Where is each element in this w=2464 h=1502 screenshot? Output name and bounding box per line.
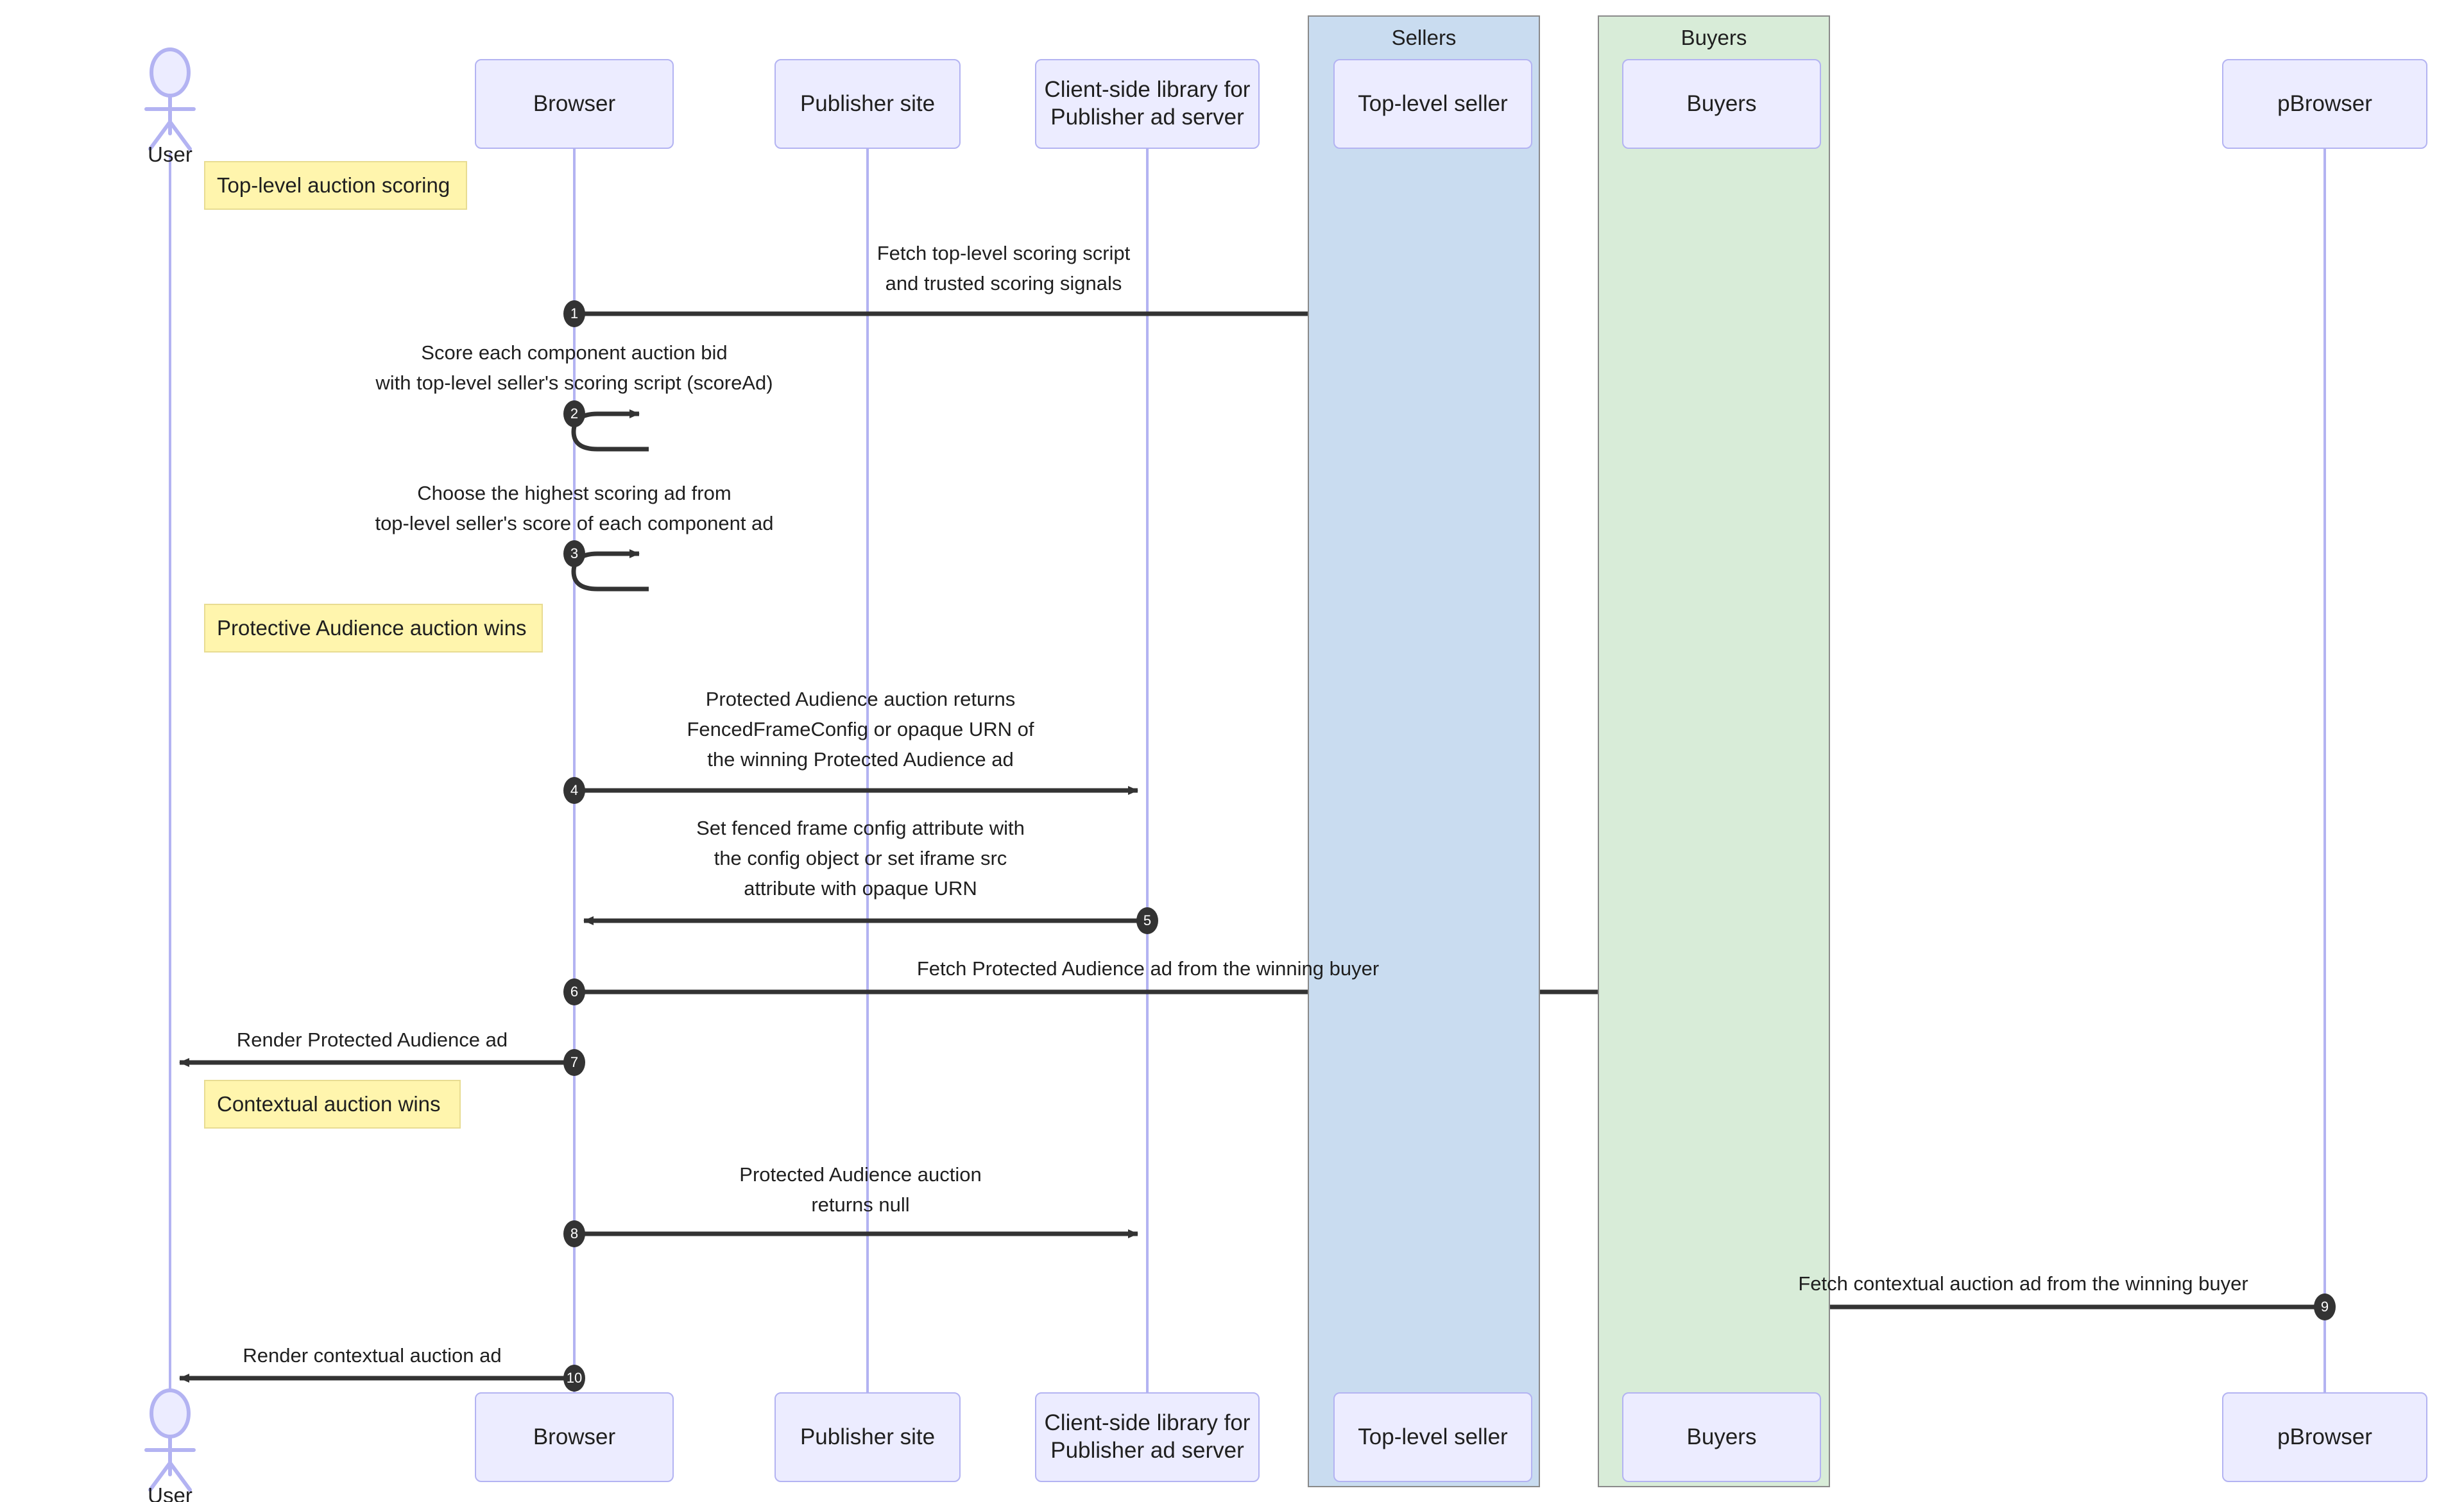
- message-label-8: Protected Audience auction returns null: [739, 1163, 982, 1216]
- participant-label: Top-level seller: [1358, 1424, 1508, 1449]
- note-contextual-auction-wins: Contextual auction wins: [204, 1080, 461, 1129]
- lifelines: [169, 149, 2326, 1394]
- participant-buyers-top[interactable]: Buyers: [1622, 59, 1821, 149]
- participant-buyers-bottom[interactable]: Buyers: [1622, 1392, 1821, 1482]
- participant-label: Client-side library for Publisher ad ser…: [1044, 1410, 1251, 1463]
- sequence-badge-9: 9: [2314, 1293, 2336, 1320]
- participant-browser-bottom[interactable]: Browser: [475, 1392, 674, 1482]
- message-label-5: Set fenced frame config attribute with t…: [696, 817, 1025, 900]
- group-box-buyers: Buyers: [1598, 15, 1830, 1487]
- participant-pbrowser-top[interactable]: pBrowser: [2222, 59, 2427, 149]
- participant-label: Top-level seller: [1358, 90, 1508, 116]
- participant-publisher-site-top[interactable]: Publisher site: [774, 59, 961, 149]
- participant-publisher-site-bottom[interactable]: Publisher site: [774, 1392, 961, 1482]
- message-label-3: Choose the highest scoring ad from top-l…: [375, 482, 774, 535]
- participant-top-level-seller-top[interactable]: Top-level seller: [1333, 59, 1532, 149]
- sequence-badge-4: 4: [563, 777, 585, 804]
- participant-browser-top[interactable]: Browser: [475, 59, 674, 149]
- participant-pbrowser-bottom[interactable]: pBrowser: [2222, 1392, 2427, 1482]
- participant-label: Buyers: [1686, 90, 1757, 116]
- sequence-diagram-canvas: Sellers Buyers User User Browser Publish…: [0, 0, 2464, 1502]
- sequence-badge-7: 7: [563, 1049, 585, 1076]
- sequence-badge-8: 8: [563, 1220, 585, 1247]
- sequence-badge-3: 3: [563, 540, 585, 567]
- actor-label-user-bottom: User: [148, 1483, 193, 1502]
- note-top-level-auction-scoring: Top-level auction scoring: [204, 161, 467, 210]
- sequence-badge-2: 2: [563, 400, 585, 427]
- participant-label: Browser: [533, 90, 616, 116]
- participant-label: Publisher site: [800, 90, 936, 116]
- sequence-badge-10: 10: [563, 1365, 585, 1392]
- sequence-badge-6: 6: [563, 978, 585, 1005]
- participant-label: Publisher site: [800, 1424, 936, 1449]
- note-protective-audience-auction-wins: Protective Audience auction wins: [204, 604, 543, 653]
- participant-label: pBrowser: [2277, 90, 2372, 116]
- message-label-1: Fetch top-level scoring script and trust…: [877, 242, 1131, 295]
- message-label-9: Fetch contextual auction ad from the win…: [1798, 1272, 2248, 1295]
- actor-label-user-top: User: [148, 142, 193, 166]
- group-label-buyers: Buyers: [1681, 26, 1747, 49]
- participant-label: Client-side library for Publisher ad ser…: [1044, 77, 1251, 130]
- participant-client-side-library-bottom[interactable]: Client-side library for Publisher ad ser…: [1035, 1392, 1260, 1482]
- note-label: Top-level auction scoring: [217, 173, 450, 197]
- actor-figure-user-bottom: [144, 1388, 196, 1492]
- message-label-6: Fetch Protected Audience ad from the win…: [916, 957, 1380, 980]
- message-label-4: Protected Audience auction returns Fence…: [687, 688, 1034, 771]
- sequence-badge-1: 1: [563, 300, 585, 327]
- group-box-sellers: Sellers: [1308, 15, 1540, 1487]
- message-label-10: Render contextual auction ad: [243, 1344, 502, 1367]
- sequence-badge-5: 5: [1136, 907, 1158, 934]
- participant-client-side-library-top[interactable]: Client-side library for Publisher ad ser…: [1035, 59, 1260, 149]
- actor-figure-user-top: [144, 47, 196, 151]
- arrow-msg-3: [571, 549, 649, 592]
- note-label: Protective Audience auction wins: [217, 616, 527, 640]
- note-label: Contextual auction wins: [217, 1092, 441, 1116]
- message-label-7: Render Protected Audience ad: [236, 1028, 508, 1051]
- participant-label: Browser: [533, 1424, 616, 1449]
- message-label-2: Score each component auction bid with to…: [375, 341, 773, 395]
- participant-label: Buyers: [1686, 1424, 1757, 1449]
- participant-top-level-seller-bottom[interactable]: Top-level seller: [1333, 1392, 1532, 1482]
- participant-label: pBrowser: [2277, 1424, 2372, 1449]
- group-label-sellers: Sellers: [1391, 26, 1457, 49]
- arrow-msg-2: [571, 409, 649, 452]
